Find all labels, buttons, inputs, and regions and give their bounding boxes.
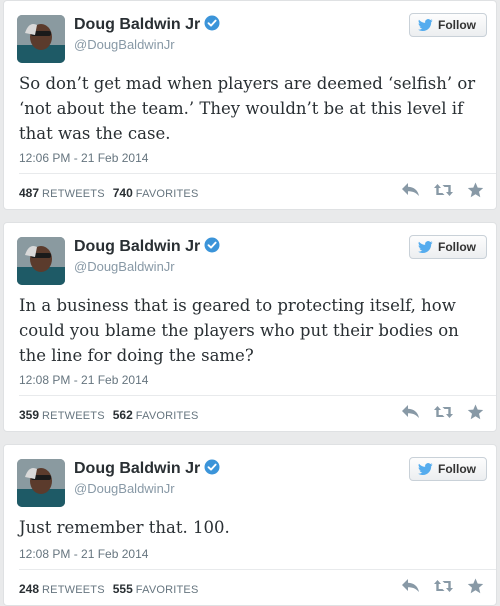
bird-icon bbox=[418, 19, 433, 31]
avatar-image bbox=[17, 15, 65, 63]
avatar-image bbox=[17, 459, 65, 507]
divider bbox=[19, 395, 496, 396]
follow-button[interactable]: Follow bbox=[409, 457, 487, 481]
retweet-icon[interactable] bbox=[434, 579, 453, 593]
avatar[interactable] bbox=[17, 237, 65, 285]
verified-badge-icon bbox=[204, 459, 220, 475]
display-name[interactable]: Doug Baldwin Jr bbox=[74, 237, 220, 256]
follow-button[interactable]: Follow bbox=[409, 13, 487, 37]
tweet-actions bbox=[401, 578, 484, 594]
tweet-stats: 359 RETWEETS 562 FAVORITES bbox=[19, 408, 207, 422]
tweet-card: Doug Baldwin Jr @DougBaldwinJr Follow In… bbox=[3, 222, 497, 432]
tweet-text: In a business that is geared to protecti… bbox=[19, 296, 459, 365]
follow-label: Follow bbox=[438, 462, 476, 476]
reply-icon[interactable] bbox=[401, 578, 420, 594]
favorites-label: FAVORITES bbox=[135, 410, 199, 422]
divider bbox=[19, 569, 496, 570]
retweets-label: RETWEETS bbox=[42, 188, 105, 200]
tweet-text: Just remember that. 100. bbox=[19, 518, 230, 537]
verified-badge-icon bbox=[204, 15, 220, 31]
favorites-label: FAVORITES bbox=[135, 188, 199, 200]
retweets-label: RETWEETS bbox=[42, 584, 105, 596]
favorite-count[interactable]: 740 bbox=[113, 186, 133, 200]
display-name[interactable]: Doug Baldwin Jr bbox=[74, 459, 220, 478]
avatar[interactable] bbox=[17, 459, 65, 507]
follow-button[interactable]: Follow bbox=[409, 235, 487, 259]
favorite-count[interactable]: 555 bbox=[113, 582, 133, 596]
favorite-icon[interactable] bbox=[467, 182, 484, 198]
username[interactable]: @DougBaldwinJr bbox=[74, 481, 175, 496]
reply-icon[interactable] bbox=[401, 182, 420, 198]
timestamp[interactable]: 12:08 PM - 21 Feb 2014 bbox=[19, 373, 148, 387]
tweet-actions bbox=[401, 404, 484, 420]
favorite-count[interactable]: 562 bbox=[113, 408, 133, 422]
username[interactable]: @DougBaldwinJr bbox=[74, 37, 175, 52]
retweet-icon[interactable] bbox=[434, 183, 453, 197]
retweets-label: RETWEETS bbox=[42, 410, 105, 422]
follow-label: Follow bbox=[438, 18, 476, 32]
avatar[interactable] bbox=[17, 15, 65, 63]
retweet-count[interactable]: 359 bbox=[19, 408, 39, 422]
timestamp[interactable]: 12:06 PM - 21 Feb 2014 bbox=[19, 151, 148, 165]
tweet-actions bbox=[401, 182, 484, 198]
tweet-card: Doug Baldwin Jr @DougBaldwinJr Follow Ju… bbox=[3, 444, 497, 606]
retweet-count[interactable]: 248 bbox=[19, 582, 39, 596]
tweet-text: So don’t get mad when players are deemed… bbox=[19, 74, 476, 143]
tweet-stats: 487 RETWEETS 740 FAVORITES bbox=[19, 186, 207, 200]
retweet-icon[interactable] bbox=[434, 405, 453, 419]
favorites-label: FAVORITES bbox=[135, 584, 199, 596]
retweet-count[interactable]: 487 bbox=[19, 186, 39, 200]
tweet-stats: 248 RETWEETS 555 FAVORITES bbox=[19, 582, 207, 596]
favorite-icon[interactable] bbox=[467, 404, 484, 420]
display-name[interactable]: Doug Baldwin Jr bbox=[74, 15, 220, 34]
follow-label: Follow bbox=[438, 240, 476, 254]
bird-icon bbox=[418, 463, 433, 475]
favorite-icon[interactable] bbox=[467, 578, 484, 594]
divider bbox=[19, 173, 496, 174]
tweet-card: Doug Baldwin Jr @DougBaldwinJr Follow So… bbox=[3, 0, 497, 210]
avatar-image bbox=[17, 237, 65, 285]
reply-icon[interactable] bbox=[401, 404, 420, 420]
username[interactable]: @DougBaldwinJr bbox=[74, 259, 175, 274]
verified-badge-icon bbox=[204, 237, 220, 253]
bird-icon bbox=[418, 241, 433, 253]
timestamp[interactable]: 12:08 PM - 21 Feb 2014 bbox=[19, 547, 148, 561]
